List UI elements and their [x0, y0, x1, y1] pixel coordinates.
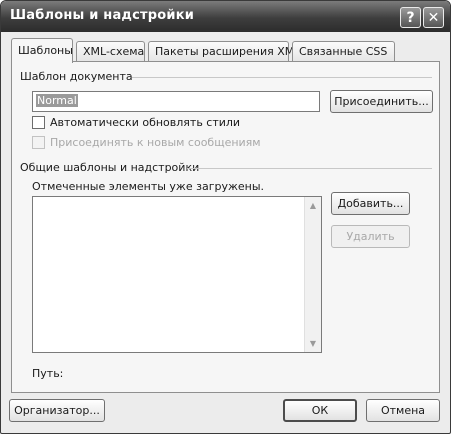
- add-button[interactable]: Добавить...: [331, 192, 410, 215]
- tab-panel-templates: Шаблон документа Normal Присоединить... …: [11, 61, 440, 393]
- checkbox-box: [32, 136, 45, 149]
- tab-xml-expansion-packs[interactable]: Пакеты расширения XML: [148, 41, 300, 62]
- ok-button-label: ОК: [311, 404, 329, 417]
- list-scrollbar[interactable]: ▲ ▼: [304, 197, 321, 352]
- ok-button[interactable]: ОК: [283, 399, 357, 422]
- templates-addins-dialog: Шаблоны и надстройки ? ✕ Шаблоны XML-схе…: [0, 0, 451, 434]
- group-divider: [187, 168, 432, 169]
- tab-templates[interactable]: Шаблоны: [11, 38, 73, 63]
- help-icon: ?: [406, 9, 415, 26]
- tab-label: Связанные CSS: [299, 45, 388, 58]
- checkbox-label: Автоматически обновлять стили: [50, 116, 241, 129]
- tab-linked-css[interactable]: Связанные CSS: [292, 41, 395, 62]
- remove-button-label: Удалить: [346, 230, 395, 243]
- remove-button: Удалить: [331, 225, 410, 248]
- group-divider: [132, 77, 432, 78]
- global-templates-group-label: Общие шаблоны и надстройки: [20, 161, 200, 174]
- attach-button[interactable]: Присоединить...: [330, 90, 433, 113]
- tab-label: XML-схема: [83, 45, 145, 58]
- down-arrow-icon[interactable]: ▼: [305, 335, 321, 352]
- title-bar: Шаблоны и надстройки ? ✕: [1, 1, 450, 32]
- cancel-button-label: Отмена: [380, 404, 426, 417]
- template-path-value: Normal: [36, 94, 78, 107]
- cancel-button[interactable]: Отмена: [366, 399, 440, 422]
- organizer-button-label: Организатор...: [14, 404, 100, 417]
- close-icon: ✕: [427, 9, 440, 26]
- up-arrow-icon[interactable]: ▲: [305, 197, 321, 214]
- dialog-title: Шаблоны и надстройки: [10, 8, 195, 23]
- global-templates-list[interactable]: ▲ ▼: [32, 196, 322, 353]
- attach-button-label: Присоединить...: [334, 95, 429, 108]
- attach-to-new-messages-checkbox: Присоединять к новым сообщениям: [32, 136, 261, 149]
- checkbox-box[interactable]: [32, 116, 45, 129]
- path-label: Путь:: [32, 367, 64, 380]
- help-button[interactable]: ?: [400, 7, 421, 28]
- tab-label: Пакеты расширения XML: [155, 45, 301, 58]
- tab-xml-schema[interactable]: XML-схема: [76, 41, 145, 62]
- auto-update-styles-checkbox[interactable]: Автоматически обновлять стили: [32, 116, 240, 129]
- close-button[interactable]: ✕: [423, 7, 444, 28]
- template-path-input[interactable]: Normal: [32, 91, 320, 112]
- add-button-label: Добавить...: [337, 197, 404, 210]
- checkbox-label: Присоединять к новым сообщениям: [50, 136, 261, 149]
- tab-label: Шаблоны: [18, 44, 73, 57]
- loaded-items-hint: Отмеченные элементы уже загружены.: [32, 180, 265, 193]
- organizer-button[interactable]: Организатор...: [9, 399, 105, 422]
- document-template-group-label: Шаблон документа: [20, 70, 133, 83]
